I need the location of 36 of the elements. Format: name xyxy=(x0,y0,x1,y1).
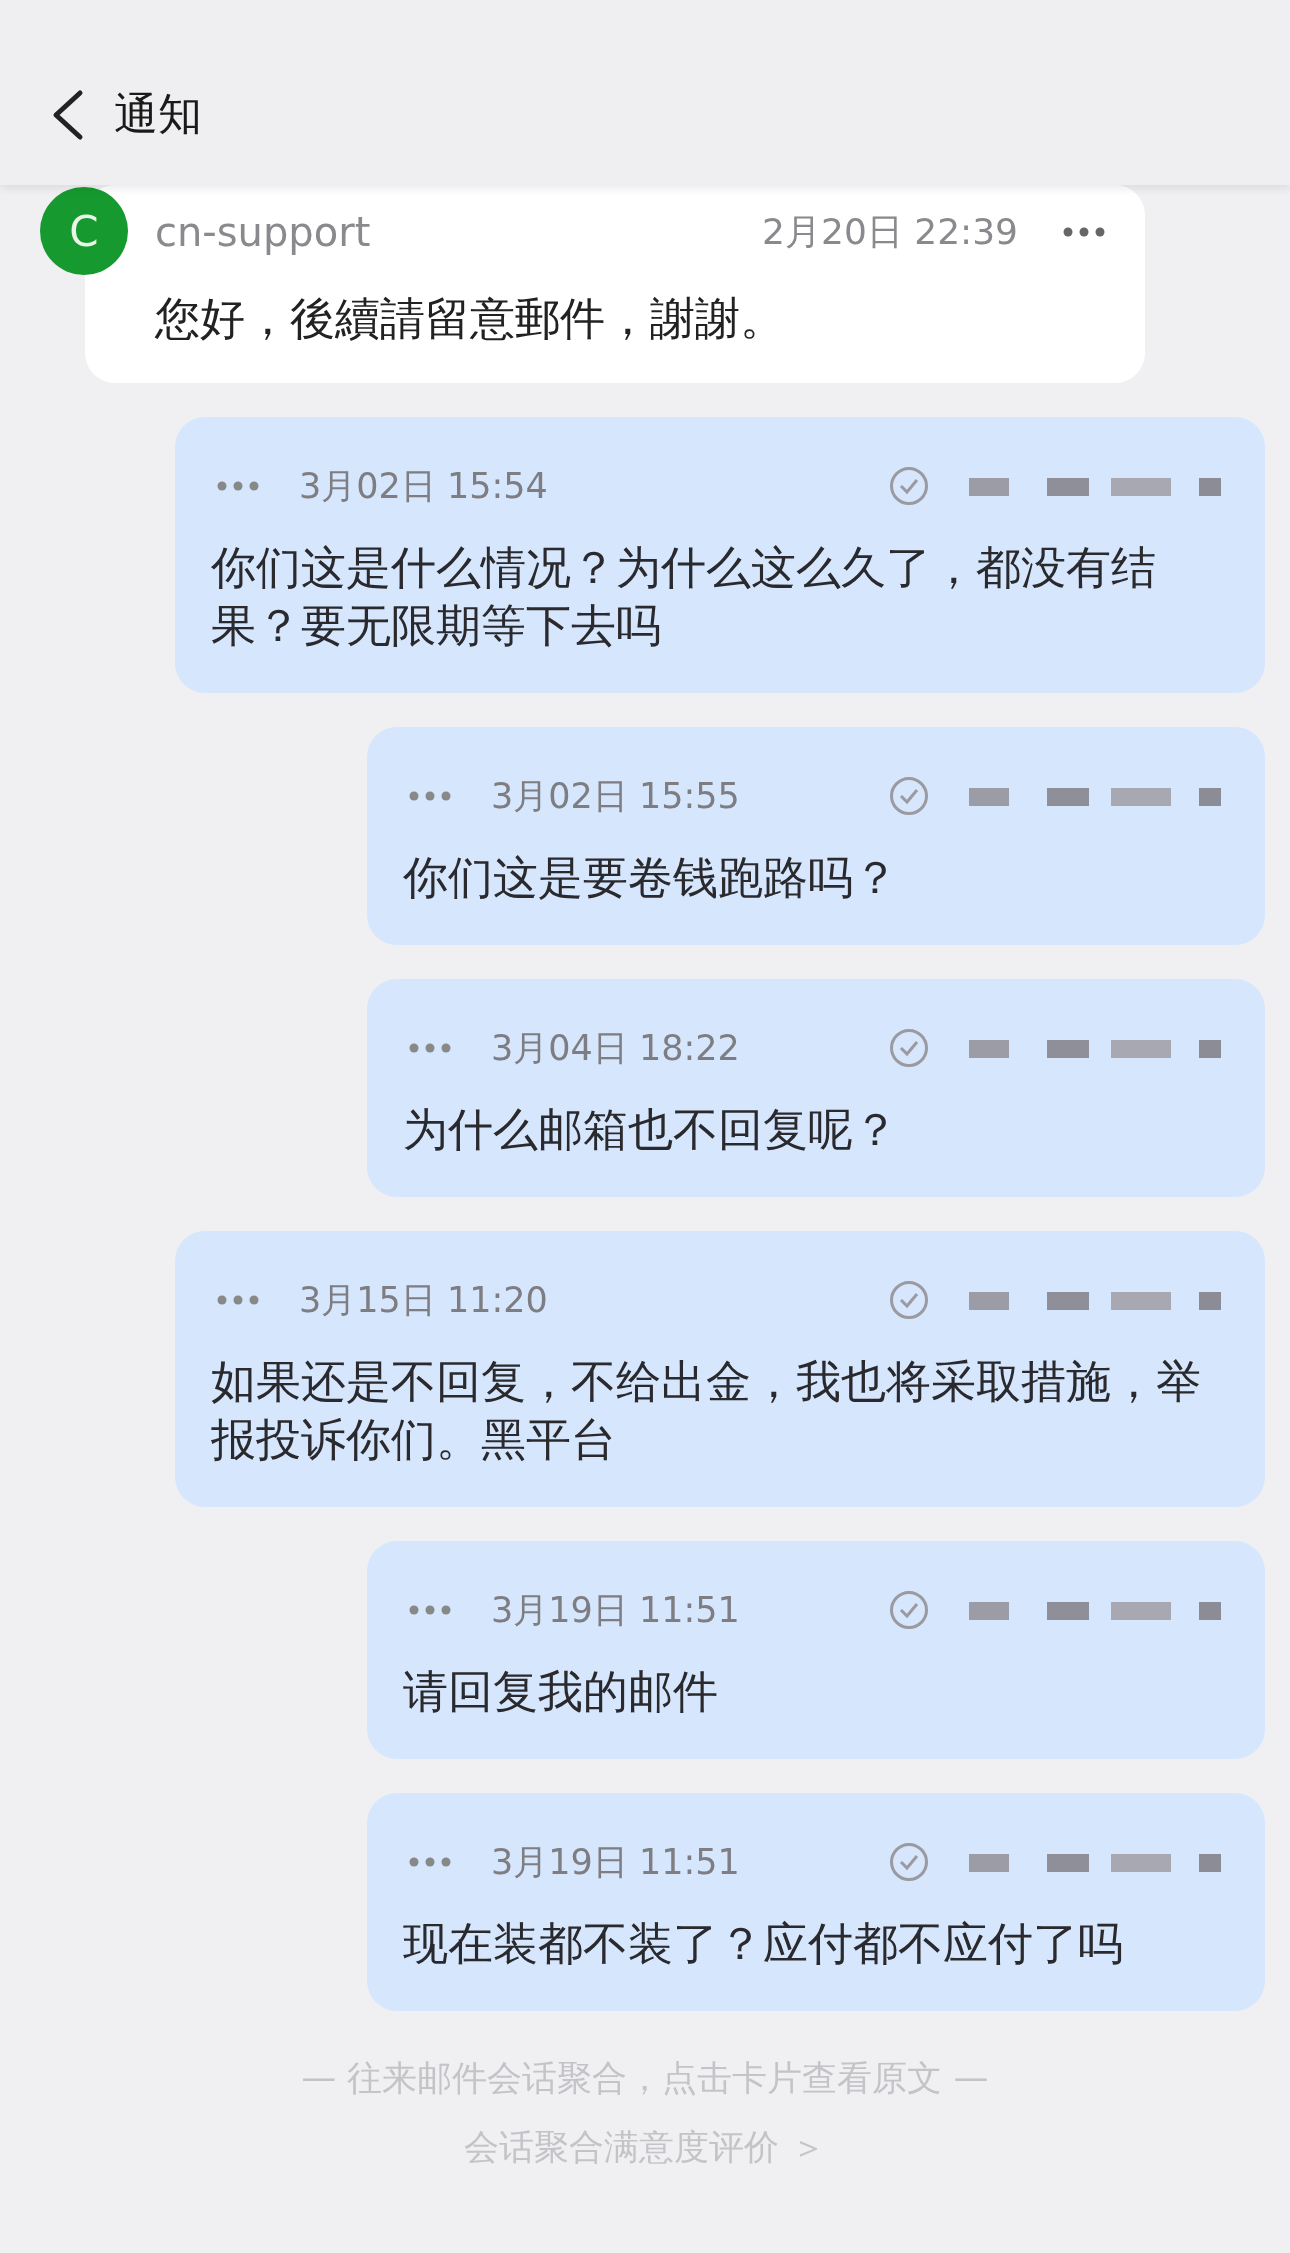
message-bubble[interactable]: 3月15日 11:20 如果还是不回复，不给出金，我也将采取措施，举报投诉你们。黑平台 xyxy=(175,1231,1265,1507)
message-bubble[interactable]: 3月19日 11:51 现在装都不装了？应付都不应付了吗 xyxy=(367,1793,1265,2011)
message-text: 请回复我的邮件 xyxy=(403,1664,719,1720)
message-time: 3月15日 11:20 xyxy=(299,1278,549,1322)
more-icon[interactable] xyxy=(409,1043,451,1053)
message-time: 3月02日 15:55 xyxy=(491,774,741,818)
check-circle-icon xyxy=(889,776,929,816)
message-bubble[interactable]: 3月02日 15:55 你们这是要卷钱跑路吗？ xyxy=(367,727,1265,945)
message-time: 2月20日 22:39 xyxy=(762,209,1018,254)
more-icon[interactable] xyxy=(217,481,259,491)
message-bubble[interactable]: 3月02日 15:54 你们这是什么情况？为什么这么久了，都没有结果？要无限期等下去吗 xyxy=(175,417,1265,693)
more-icon[interactable] xyxy=(1063,227,1105,237)
message-time: 3月19日 11:51 xyxy=(491,1588,741,1632)
message-text: 你们这是要卷钱跑路吗？ xyxy=(403,850,899,906)
more-icon[interactable] xyxy=(409,791,451,801)
check-circle-icon xyxy=(889,1590,929,1630)
sender-name: cn-support xyxy=(155,209,372,255)
more-icon[interactable] xyxy=(409,1857,451,1867)
check-circle-icon xyxy=(889,1280,929,1320)
check-circle-icon xyxy=(889,1028,929,1068)
check-circle-icon xyxy=(889,466,929,506)
message-text: 现在装都不装了？应付都不应付了吗 xyxy=(403,1916,1124,1972)
check-circle-icon xyxy=(889,1842,929,1882)
message-text: 如果还是不回复，不给出金，我也将采取措施，举报投诉你们。黑平台 xyxy=(211,1354,1202,1468)
message-bubble[interactable]: 3月19日 11:51 请回复我的邮件 xyxy=(367,1541,1265,1759)
message-text: 您好，後續請留意郵件，謝謝。 xyxy=(155,291,786,347)
message-time: 3月19日 11:51 xyxy=(491,1840,741,1884)
page-title: 通知 xyxy=(114,87,202,141)
avatar: C xyxy=(40,187,128,275)
message-text: 你们这是什么情况？为什么这么久了，都没有结果？要无限期等下去吗 xyxy=(211,540,1157,654)
message-bubble[interactable]: 3月04日 18:22 为什么邮箱也不回复呢？ xyxy=(367,979,1265,1197)
more-icon[interactable] xyxy=(217,1295,259,1305)
message-time: 3月02日 15:54 xyxy=(299,464,549,508)
message-text: 为什么邮箱也不回复呢？ xyxy=(403,1102,899,1158)
message-time: 3月04日 18:22 xyxy=(491,1026,741,1070)
more-icon[interactable] xyxy=(409,1605,451,1615)
